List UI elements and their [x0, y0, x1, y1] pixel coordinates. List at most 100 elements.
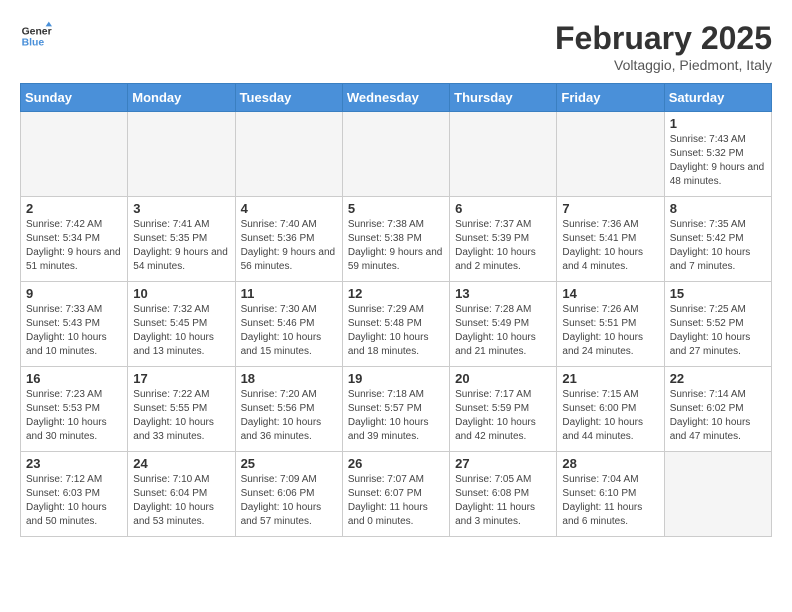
day-info: Sunrise: 7:43 AM Sunset: 5:32 PM Dayligh…	[670, 133, 766, 189]
title-block: February 2025 Voltaggio, Piedmont, Italy	[555, 20, 772, 73]
day-number: 11	[241, 286, 337, 301]
day-info: Sunrise: 7:29 AM Sunset: 5:48 PM Dayligh…	[348, 303, 444, 359]
day-info: Sunrise: 7:28 AM Sunset: 5:49 PM Dayligh…	[455, 303, 551, 359]
calendar-cell: 7Sunrise: 7:36 AM Sunset: 5:41 PM Daylig…	[557, 197, 664, 282]
day-number: 15	[670, 286, 766, 301]
calendar-cell	[450, 112, 557, 197]
month-title: February 2025	[555, 20, 772, 57]
calendar-cell: 14 Sunrise: 7:26 AM Sunset: 5:51 PM Dayli…	[557, 282, 664, 367]
calendar-cell: 8Sunrise: 7:35 AM Sunset: 5:42 PM Daylig…	[664, 197, 771, 282]
day-number: 14	[562, 286, 658, 301]
calendar-cell: 12 Sunrise: 7:29 AM Sunset: 5:48 PM Dayli…	[342, 282, 449, 367]
calendar-cell: 17 Sunrise: 7:22 AM Sunset: 5:55 PM Dayli…	[128, 367, 235, 452]
svg-text:General: General	[22, 26, 52, 37]
day-info: Sunrise: 7:09 AM Sunset: 6:06 PM Dayligh…	[241, 473, 337, 529]
day-info: Sunrise: 7:17 AM Sunset: 5:59 PM Dayligh…	[455, 388, 551, 444]
col-header-monday: Monday	[128, 84, 235, 112]
day-info: Sunrise: 7:30 AM Sunset: 5:46 PM Dayligh…	[241, 303, 337, 359]
day-info: Sunrise: 7:41 AM Sunset: 5:35 PM Dayligh…	[133, 218, 229, 274]
day-number: 13	[455, 286, 551, 301]
day-info: Sunrise: 7:05 AM Sunset: 6:08 PM Dayligh…	[455, 473, 551, 529]
day-info: Sunrise: 7:04 AM Sunset: 6:10 PM Dayligh…	[562, 473, 658, 529]
calendar-cell: 5Sunrise: 7:38 AM Sunset: 5:38 PM Daylig…	[342, 197, 449, 282]
day-info: Sunrise: 7:42 AM Sunset: 5:34 PM Dayligh…	[26, 218, 122, 274]
calendar-cell: 13 Sunrise: 7:28 AM Sunset: 5:49 PM Dayli…	[450, 282, 557, 367]
calendar-cell	[664, 452, 771, 537]
calendar-cell	[235, 112, 342, 197]
calendar-cell: 15Sunrise: 7:25 AM Sunset: 5:52 PM Dayli…	[664, 282, 771, 367]
calendar-week-5: 23 Sunrise: 7:12 AM Sunset: 6:03 PM Dayli…	[21, 452, 772, 537]
day-info: Sunrise: 7:38 AM Sunset: 5:38 PM Dayligh…	[348, 218, 444, 274]
day-info: Sunrise: 7:40 AM Sunset: 5:36 PM Dayligh…	[241, 218, 337, 274]
svg-text:Blue: Blue	[22, 38, 45, 49]
day-info: Sunrise: 7:23 AM Sunset: 5:53 PM Dayligh…	[26, 388, 122, 444]
calendar-cell: 28 Sunrise: 7:04 AM Sunset: 6:10 PM Dayli…	[557, 452, 664, 537]
day-number: 19	[348, 371, 444, 386]
calendar-header-row: SundayMondayTuesdayWednesdayThursdayFrid…	[21, 84, 772, 112]
day-number: 18	[241, 371, 337, 386]
calendar-cell: 24 Sunrise: 7:10 AM Sunset: 6:04 PM Dayli…	[128, 452, 235, 537]
calendar-cell	[128, 112, 235, 197]
day-info: Sunrise: 7:33 AM Sunset: 5:43 PM Dayligh…	[26, 303, 122, 359]
day-number: 12	[348, 286, 444, 301]
calendar-cell: 22 Sunrise: 7:14 AM Sunset: 6:02 PM Dayli…	[664, 367, 771, 452]
day-info: Sunrise: 7:35 AM Sunset: 5:42 PM Dayligh…	[670, 218, 766, 274]
location: Voltaggio, Piedmont, Italy	[555, 57, 772, 73]
calendar-cell: 23 Sunrise: 7:12 AM Sunset: 6:03 PM Dayli…	[21, 452, 128, 537]
col-header-tuesday: Tuesday	[235, 84, 342, 112]
day-info: Sunrise: 7:10 AM Sunset: 6:04 PM Dayligh…	[133, 473, 229, 529]
day-number: 10	[133, 286, 229, 301]
calendar-cell: 16Sunrise: 7:23 AM Sunset: 5:53 PM Dayli…	[21, 367, 128, 452]
day-info: Sunrise: 7:18 AM Sunset: 5:57 PM Dayligh…	[348, 388, 444, 444]
calendar-cell: 9Sunrise: 7:33 AM Sunset: 5:43 PM Daylig…	[21, 282, 128, 367]
day-number: 22	[670, 371, 766, 386]
col-header-sunday: Sunday	[21, 84, 128, 112]
day-number: 27	[455, 456, 551, 471]
calendar-cell: 27 Sunrise: 7:05 AM Sunset: 6:08 PM Dayli…	[450, 452, 557, 537]
calendar-cell: 10 Sunrise: 7:32 AM Sunset: 5:45 PM Dayli…	[128, 282, 235, 367]
calendar-table: SundayMondayTuesdayWednesdayThursdayFrid…	[20, 83, 772, 537]
day-number: 6	[455, 201, 551, 216]
calendar-cell	[557, 112, 664, 197]
day-info: Sunrise: 7:37 AM Sunset: 5:39 PM Dayligh…	[455, 218, 551, 274]
day-number: 24	[133, 456, 229, 471]
day-number: 7	[562, 201, 658, 216]
calendar-cell: 25 Sunrise: 7:09 AM Sunset: 6:06 PM Dayli…	[235, 452, 342, 537]
col-header-friday: Friday	[557, 84, 664, 112]
day-info: Sunrise: 7:32 AM Sunset: 5:45 PM Dayligh…	[133, 303, 229, 359]
logo: General Blue	[20, 20, 52, 52]
calendar-cell	[21, 112, 128, 197]
day-number: 2	[26, 201, 122, 216]
day-info: Sunrise: 7:20 AM Sunset: 5:56 PM Dayligh…	[241, 388, 337, 444]
day-number: 20	[455, 371, 551, 386]
calendar-cell: 1 Sunrise: 7:43 AM Sunset: 5:32 PM Daylig…	[664, 112, 771, 197]
day-number: 28	[562, 456, 658, 471]
day-number: 1	[670, 116, 766, 131]
day-number: 23	[26, 456, 122, 471]
logo-icon: General Blue	[20, 20, 52, 52]
day-number: 25	[241, 456, 337, 471]
calendar-week-4: 16Sunrise: 7:23 AM Sunset: 5:53 PM Dayli…	[21, 367, 772, 452]
day-number: 4	[241, 201, 337, 216]
calendar-week-1: 1 Sunrise: 7:43 AM Sunset: 5:32 PM Daylig…	[21, 112, 772, 197]
day-number: 21	[562, 371, 658, 386]
day-info: Sunrise: 7:15 AM Sunset: 6:00 PM Dayligh…	[562, 388, 658, 444]
day-info: Sunrise: 7:07 AM Sunset: 6:07 PM Dayligh…	[348, 473, 444, 529]
calendar-cell: 3Sunrise: 7:41 AM Sunset: 5:35 PM Daylig…	[128, 197, 235, 282]
calendar-cell: 19 Sunrise: 7:18 AM Sunset: 5:57 PM Dayli…	[342, 367, 449, 452]
col-header-saturday: Saturday	[664, 84, 771, 112]
day-number: 26	[348, 456, 444, 471]
day-info: Sunrise: 7:14 AM Sunset: 6:02 PM Dayligh…	[670, 388, 766, 444]
calendar-cell: 2 Sunrise: 7:42 AM Sunset: 5:34 PM Daylig…	[21, 197, 128, 282]
page-header: General Blue February 2025 Voltaggio, Pi…	[20, 20, 772, 73]
calendar-cell: 20 Sunrise: 7:17 AM Sunset: 5:59 PM Dayli…	[450, 367, 557, 452]
day-info: Sunrise: 7:26 AM Sunset: 5:51 PM Dayligh…	[562, 303, 658, 359]
calendar-cell: 6 Sunrise: 7:37 AM Sunset: 5:39 PM Daylig…	[450, 197, 557, 282]
col-header-wednesday: Wednesday	[342, 84, 449, 112]
calendar-cell: 4 Sunrise: 7:40 AM Sunset: 5:36 PM Daylig…	[235, 197, 342, 282]
day-info: Sunrise: 7:12 AM Sunset: 6:03 PM Dayligh…	[26, 473, 122, 529]
day-info: Sunrise: 7:22 AM Sunset: 5:55 PM Dayligh…	[133, 388, 229, 444]
calendar-cell: 26 Sunrise: 7:07 AM Sunset: 6:07 PM Dayli…	[342, 452, 449, 537]
day-number: 17	[133, 371, 229, 386]
calendar-cell: 11 Sunrise: 7:30 AM Sunset: 5:46 PM Dayli…	[235, 282, 342, 367]
